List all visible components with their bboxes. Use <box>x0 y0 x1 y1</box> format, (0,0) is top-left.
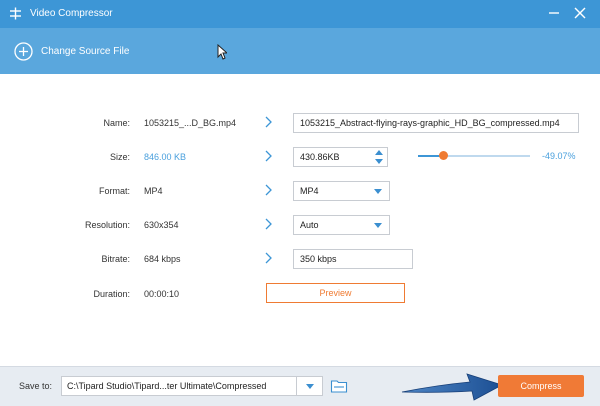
chevron-down-icon <box>374 223 382 228</box>
format-select[interactable]: MP4 <box>293 181 390 201</box>
output-name-value: 1053215_Abstract-flying-rays-graphic_HD_… <box>300 118 560 128</box>
change-source-file-button[interactable]: Change Source File <box>14 40 129 62</box>
slider-thumb[interactable] <box>438 151 448 160</box>
close-icon[interactable] <box>573 6 587 20</box>
compress-button[interactable]: Compress <box>498 375 584 397</box>
resolution-label: Resolution: <box>84 220 130 230</box>
chevron-right-icon <box>265 252 272 264</box>
change-source-file-label: Change Source File <box>41 45 130 57</box>
bitrate-value: 350 kbps <box>300 254 337 264</box>
save-path-dropdown[interactable] <box>297 376 323 396</box>
save-to-label: Save to: <box>19 381 53 391</box>
window-title: Video Compressor <box>30 8 113 19</box>
format-selected-value: MP4 <box>300 186 319 196</box>
preview-button[interactable]: Preview <box>266 283 405 303</box>
size-percent: -49.07% <box>542 151 576 161</box>
original-size: 846.00 KB <box>144 152 187 162</box>
original-name: 1053215_...D_BG.mp4 <box>144 118 237 128</box>
app-compress-icon <box>10 7 21 20</box>
bitrate-label: Bitrate: <box>101 254 130 264</box>
chevron-right-icon <box>265 150 272 162</box>
duration-label: Duration: <box>93 289 130 299</box>
resolution-select[interactable]: Auto <box>293 215 390 235</box>
output-size-stepper[interactable]: 430.86KB <box>293 147 388 167</box>
folder-icon[interactable] <box>330 377 348 395</box>
duration-value: 00:00:10 <box>144 289 180 299</box>
title-bar: Video Compressor <box>0 0 600 28</box>
size-slider[interactable] <box>418 150 530 162</box>
format-label: Format: <box>98 186 130 196</box>
plus-circle-icon <box>14 41 33 61</box>
chevron-right-icon <box>265 218 272 230</box>
size-label: Size: <box>109 152 130 162</box>
output-name-input[interactable]: 1053215_Abstract-flying-rays-graphic_HD_… <box>293 113 579 133</box>
output-size-value: 430.86KB <box>300 152 340 162</box>
original-bitrate: 684 kbps <box>144 254 181 264</box>
pointer-arrow-icon <box>401 373 504 401</box>
original-resolution: 630x354 <box>144 220 179 230</box>
save-path-field[interactable]: C:\Tipard Studio\Tipard...ter Ultimate\C… <box>61 376 297 396</box>
chevron-right-icon <box>265 184 272 196</box>
mouse-cursor-icon <box>217 44 227 60</box>
increment-icon[interactable] <box>375 149 383 157</box>
chevron-down-icon <box>306 384 314 389</box>
chevron-down-icon <box>374 189 382 194</box>
chevron-right-icon <box>265 116 272 128</box>
source-bar: Change Source File <box>0 28 600 74</box>
resolution-selected-value: Auto <box>300 220 319 230</box>
original-format: MP4 <box>144 186 163 196</box>
name-label: Name: <box>103 118 130 128</box>
save-path-value: C:\Tipard Studio\Tipard...ter Ultimate\C… <box>67 381 267 391</box>
bitrate-input[interactable]: 350 kbps <box>293 249 413 269</box>
minimize-icon[interactable] <box>547 6 561 20</box>
decrement-icon[interactable] <box>375 157 383 165</box>
